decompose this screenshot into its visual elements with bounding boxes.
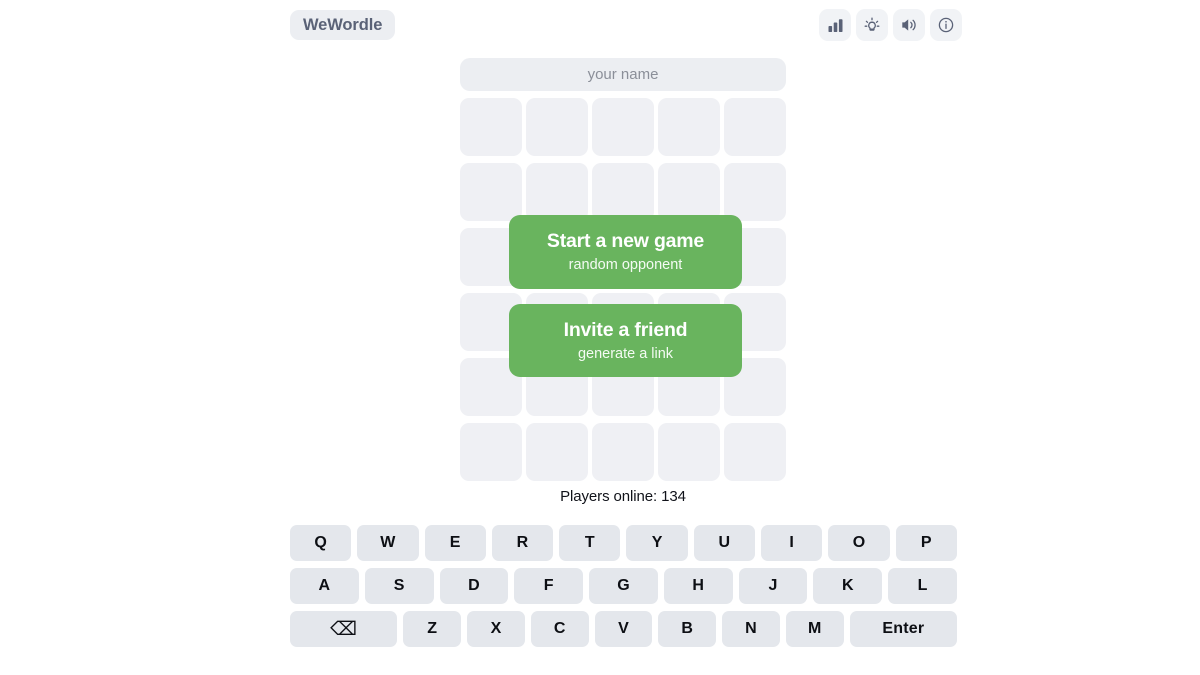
grid-tile (658, 163, 720, 221)
key-s[interactable]: S (364, 568, 434, 604)
key-p[interactable]: P (895, 525, 957, 561)
key-d[interactable]: D (439, 568, 509, 604)
key-b[interactable]: B (658, 611, 717, 647)
key-g[interactable]: G (589, 568, 658, 604)
key-m[interactable]: M (785, 611, 844, 647)
key-l[interactable]: L (888, 568, 958, 604)
key-e[interactable]: E (424, 525, 486, 561)
key-j[interactable]: J (738, 568, 808, 604)
header-icon-group (819, 9, 962, 41)
keyboard-row-2: A S D F G H J K L (290, 568, 958, 604)
key-k[interactable]: K (813, 568, 883, 604)
keyboard-row-1: Q W E R T Y U I O P (290, 525, 957, 561)
enter-key[interactable]: Enter (849, 611, 958, 647)
grid-tile (724, 163, 786, 221)
sound-icon-button[interactable] (893, 9, 925, 41)
key-q[interactable]: Q (290, 525, 352, 561)
grid-tile (592, 98, 654, 156)
key-h[interactable]: H (663, 568, 733, 604)
app-header: WeWordle (0, 0, 1200, 50)
key-n[interactable]: N (722, 611, 780, 647)
backspace-icon-key[interactable]: ⌫ (290, 611, 398, 647)
grid-tile (460, 163, 522, 221)
key-t[interactable]: T (559, 525, 621, 561)
grid-tile (658, 98, 720, 156)
lightbulb-icon (863, 16, 881, 34)
grid-tile (658, 423, 720, 481)
key-a[interactable]: A (290, 568, 359, 604)
key-w[interactable]: W (357, 525, 419, 561)
app-logo[interactable]: WeWordle (290, 10, 396, 40)
info-icon (937, 16, 955, 34)
key-z[interactable]: Z (403, 611, 462, 647)
grid-tile (460, 98, 522, 156)
on-screen-keyboard: Q W E R T Y U I O P A S D F G H J K L ⌫ … (290, 525, 958, 647)
invite-a-friend-subtitle: generate a link (577, 345, 674, 362)
grid-tile (724, 98, 786, 156)
key-x[interactable]: X (467, 611, 525, 647)
key-r[interactable]: R (491, 525, 554, 561)
key-f[interactable]: F (514, 568, 584, 604)
key-c[interactable]: C (530, 611, 589, 647)
word-grid (460, 98, 786, 481)
info-icon-button[interactable] (930, 9, 962, 41)
grid-tile (592, 423, 654, 481)
grid-tile (526, 98, 588, 156)
stats-icon (827, 17, 844, 34)
lightbulb-icon-button[interactable] (856, 9, 888, 41)
invite-a-friend-title: Invite a friend (563, 318, 688, 341)
invite-a-friend-button[interactable]: Invite a friend generate a link (509, 304, 742, 377)
start-new-game-title: Start a new game (546, 230, 705, 252)
grid-tile (724, 423, 786, 481)
key-y[interactable]: Y (626, 525, 688, 561)
players-online-status: Players online: 134 (560, 488, 686, 505)
grid-tile (526, 163, 588, 221)
sound-icon (900, 16, 918, 34)
player-name-input[interactable] (460, 58, 786, 91)
start-new-game-subtitle: random opponent (568, 257, 683, 273)
key-o[interactable]: O (828, 525, 890, 561)
grid-tile (460, 423, 522, 481)
grid-tile (526, 423, 588, 481)
key-u[interactable]: U (693, 525, 756, 561)
grid-tile (592, 163, 654, 221)
start-new-game-button[interactable]: Start a new game random opponent (509, 215, 742, 289)
key-i[interactable]: I (761, 525, 823, 561)
stats-icon-button[interactable] (819, 9, 851, 41)
keyboard-row-3: ⌫ Z X C V B N M Enter (290, 611, 958, 647)
key-v[interactable]: V (594, 611, 653, 647)
